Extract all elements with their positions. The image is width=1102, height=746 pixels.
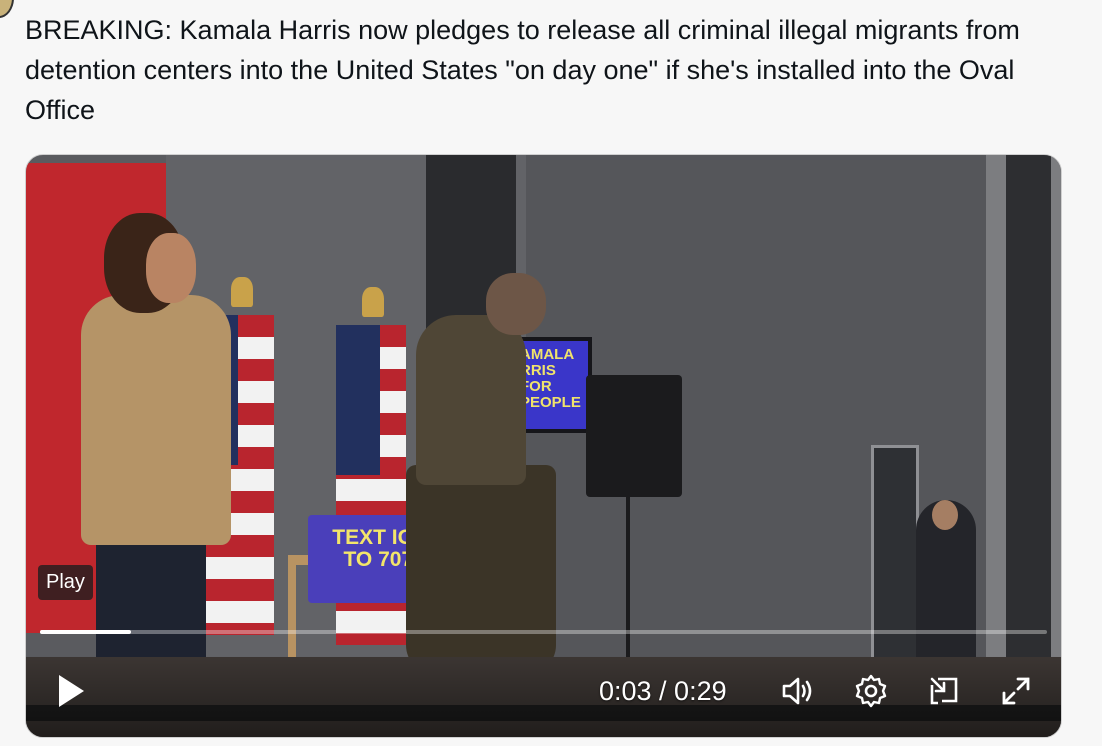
tweet-text: BREAKING: Kamala Harris now pledges to r… [25, 15, 1020, 125]
person-jacket [416, 315, 526, 485]
flag-canton [336, 325, 380, 475]
fullscreen-icon[interactable] [996, 671, 1036, 711]
play-badge[interactable]: Play [38, 565, 93, 600]
progress-fill [40, 630, 131, 634]
progress-bar[interactable] [40, 630, 1047, 634]
flag-finial [362, 287, 384, 317]
video-frame: AMALA RRIS FOR PEOPLE TEXT IOWA TO 70785 [26, 155, 1061, 737]
time-display: 0:03 / 0:29 [599, 676, 727, 706]
speaker-face [146, 233, 196, 303]
gear-icon[interactable] [851, 671, 891, 711]
speaker-coat [81, 295, 231, 545]
video-controls [26, 655, 1061, 737]
volume-icon[interactable] [778, 671, 818, 711]
speaker [586, 375, 682, 497]
pillar-right [1006, 155, 1051, 737]
person-skirt [406, 465, 556, 675]
avatar[interactable] [0, 0, 14, 18]
play-icon[interactable] [56, 673, 86, 709]
flag-finial [231, 277, 253, 307]
picture-in-picture-icon[interactable] [924, 671, 964, 711]
person-head [486, 273, 546, 335]
video-player[interactable]: AMALA RRIS FOR PEOPLE TEXT IOWA TO 70785… [25, 154, 1062, 738]
background-man-head [932, 500, 958, 530]
